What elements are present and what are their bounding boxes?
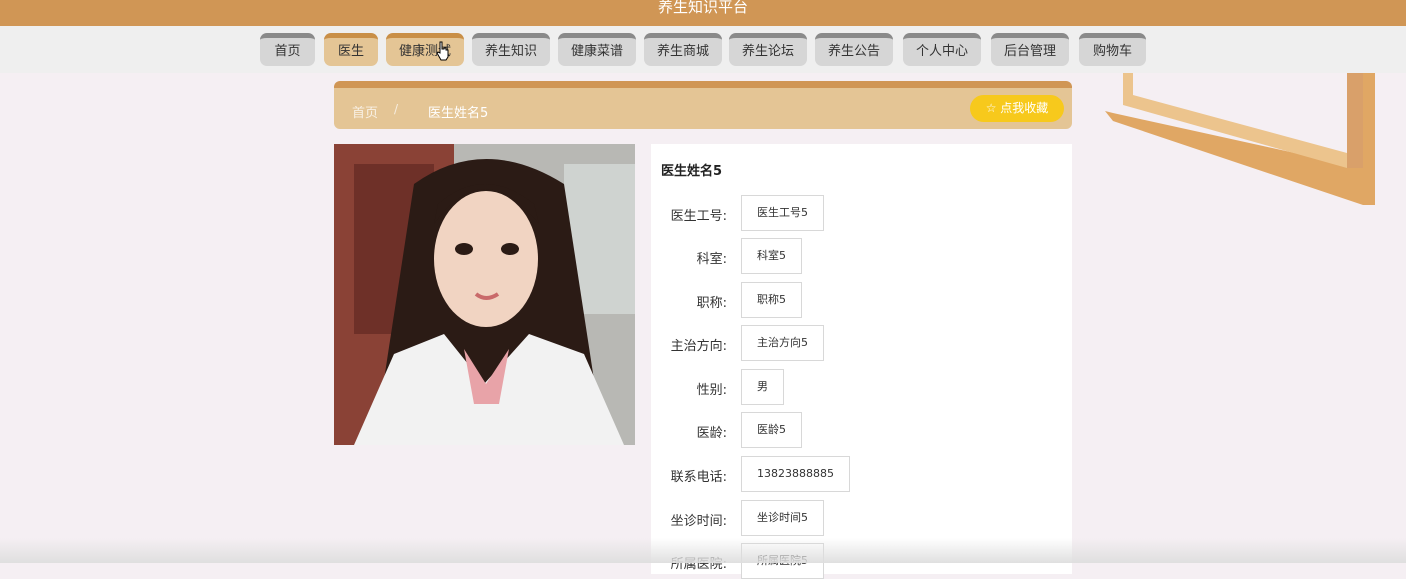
field-row-gender: 性别: 男 <box>651 369 1072 405</box>
field-value: 职称5 <box>741 282 802 318</box>
nav-forum[interactable]: 养生论坛 <box>729 33 807 66</box>
site-header: 养生知识平台 <box>0 0 1406 26</box>
nav-personal-center[interactable]: 个人中心 <box>903 33 981 66</box>
field-row-title: 职称: 职称5 <box>651 282 1072 318</box>
field-row-phone: 联系电话: 13823888885 <box>651 456 1072 492</box>
field-value: 医龄5 <box>741 412 802 448</box>
field-label: 性别: <box>696 383 727 398</box>
nav-recipes[interactable]: 健康菜谱 <box>558 33 636 66</box>
main-nav: 首页 医生 健康测试 养生知识 健康菜谱 养生商城 养生论坛 养生公告 个人中心… <box>0 26 1406 73</box>
doctor-name: 医生姓名5 <box>661 164 723 179</box>
nav-health-test[interactable]: 健康测试 <box>386 33 464 66</box>
field-value: 13823888885 <box>741 456 850 492</box>
field-label: 医生工号: <box>670 209 727 224</box>
field-value: 医生工号5 <box>741 195 824 231</box>
field-row-doctor-id: 医生工号: 医生工号5 <box>651 195 1072 231</box>
decorative-frame <box>1105 73 1375 205</box>
breadcrumb-current: 医生姓名5 <box>428 106 489 121</box>
breadcrumb-home[interactable]: 首页 <box>352 102 378 121</box>
field-row-department: 科室: 科室5 <box>651 238 1072 274</box>
field-row-clinic-hours: 坐诊时间: 坐诊时间5 <box>651 500 1072 536</box>
nav-home[interactable]: 首页 <box>260 33 315 66</box>
nav-shop[interactable]: 养生商城 <box>644 33 722 66</box>
nav-admin[interactable]: 后台管理 <box>991 33 1069 66</box>
doctor-info-panel: 医生姓名5 医生工号: 医生工号5 科室: 科室5 职称: 职称5 主治方向: … <box>651 144 1072 579</box>
doctor-photo <box>334 144 635 445</box>
breadcrumb-separator: / <box>394 102 399 116</box>
field-row-specialty: 主治方向: 主治方向5 <box>651 325 1072 361</box>
favorite-button[interactable]: ☆ 点我收藏 <box>970 95 1064 122</box>
field-value: 主治方向5 <box>741 325 824 361</box>
breadcrumb: 首页 / 医生姓名5 ☆ 点我收藏 <box>334 81 1072 129</box>
field-label: 坐诊时间: <box>670 514 727 529</box>
site-title: 养生知识平台 <box>657 0 748 16</box>
bottom-fade-overlay <box>0 538 1406 563</box>
nav-health-knowledge[interactable]: 养生知识 <box>472 33 550 66</box>
field-label: 联系电话: <box>670 470 727 485</box>
field-row-experience: 医龄: 医龄5 <box>651 412 1072 448</box>
hand-pointer-icon <box>436 41 449 61</box>
nav-announcements[interactable]: 养生公告 <box>815 33 893 66</box>
field-value: 科室5 <box>741 238 802 274</box>
field-value: 坐诊时间5 <box>741 500 824 536</box>
field-label: 科室: <box>696 252 727 267</box>
field-label: 职称: <box>696 296 727 311</box>
nav-doctor[interactable]: 医生 <box>324 33 378 66</box>
field-label: 医龄: <box>696 426 727 441</box>
field-value: 男 <box>741 369 784 405</box>
field-label: 主治方向: <box>670 339 727 354</box>
nav-cart[interactable]: 购物车 <box>1079 33 1146 66</box>
